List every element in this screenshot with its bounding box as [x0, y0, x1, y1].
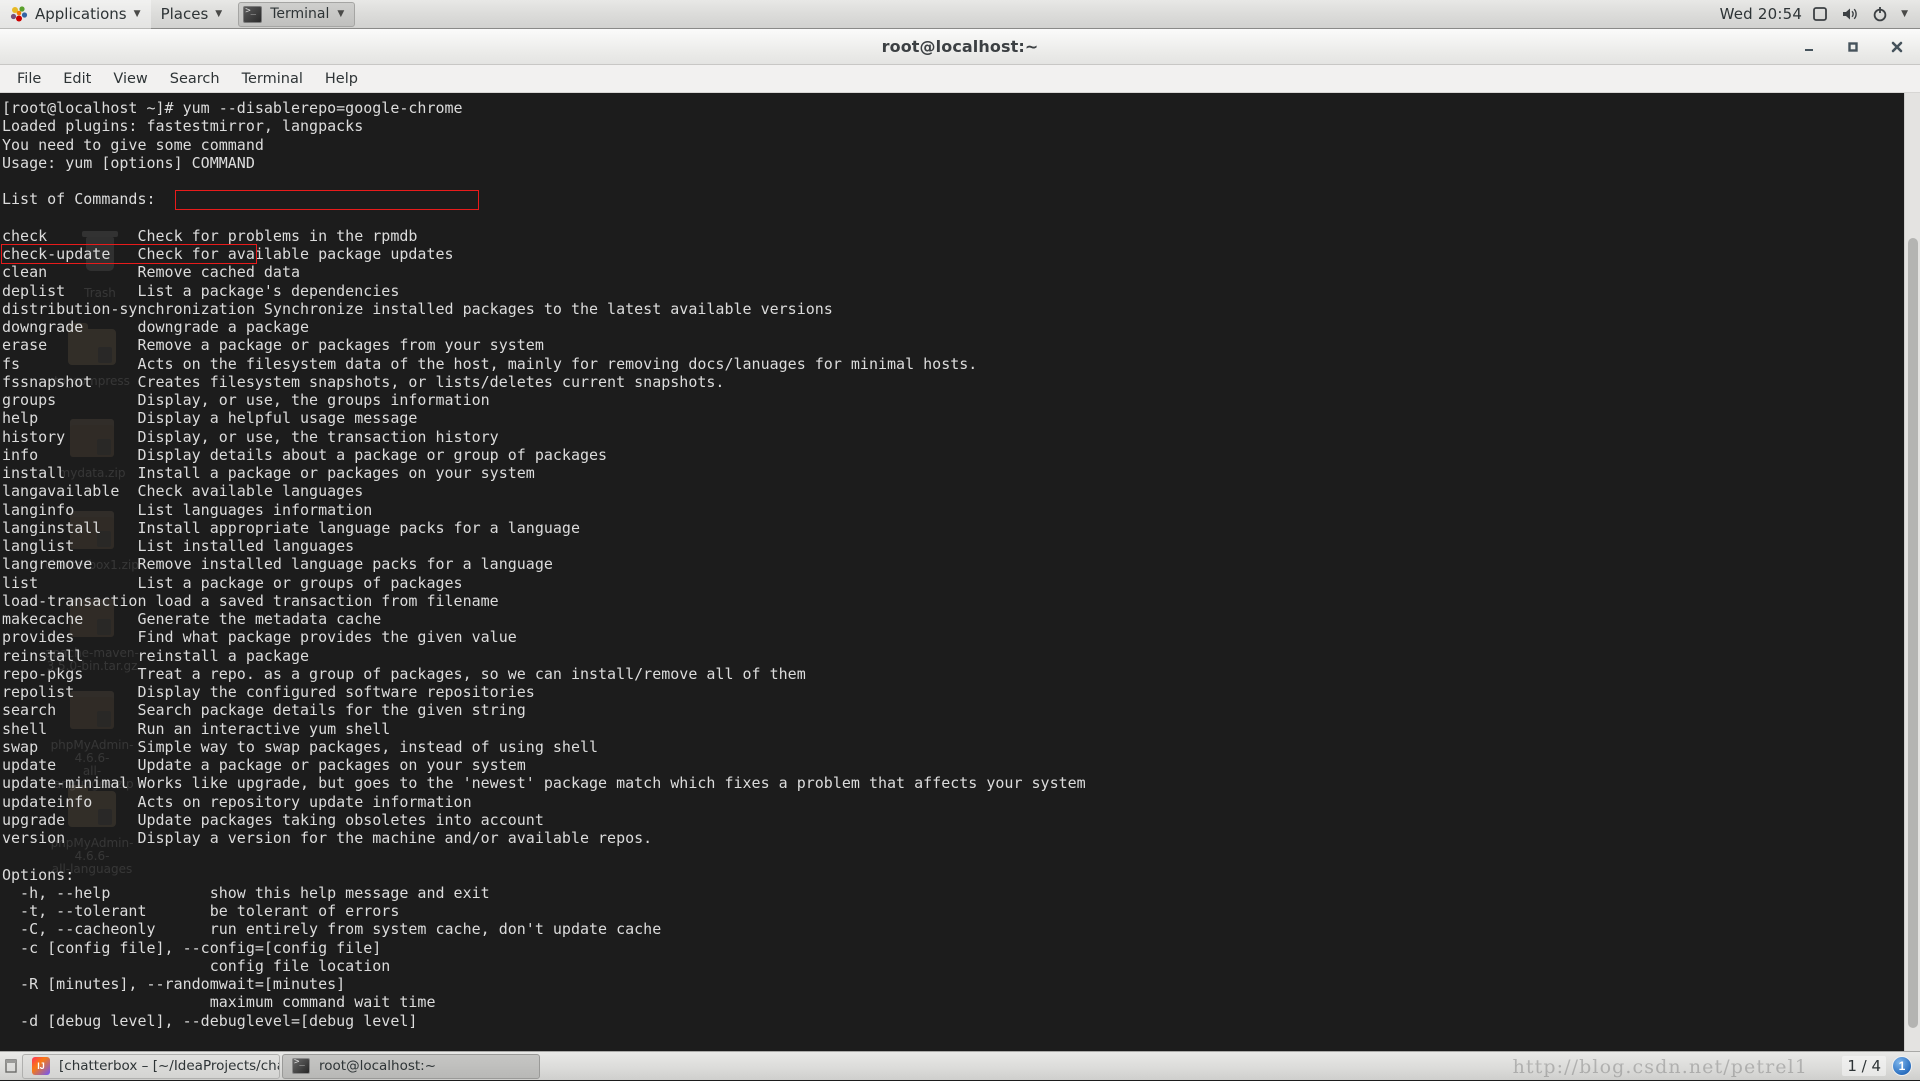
taskbar: [chatterbox – [~/IdeaProjects/cha... roo…: [0, 1051, 1920, 1080]
workspace-badge[interactable]: 1: [1892, 1056, 1912, 1076]
terminal-screen[interactable]: Trashto_compressmydata.zipchatterbox1.zi…: [0, 93, 1904, 1051]
taskbar-item-label: root@localhost:~: [319, 1058, 436, 1074]
chevron-down-icon: ▼: [215, 9, 222, 19]
volume-icon[interactable]: [1841, 6, 1859, 22]
top-panel: Applications ▼ Places ▼ Terminal ▼ Wed 2…: [0, 0, 1920, 29]
window-controls: [1800, 29, 1906, 65]
maximize-button[interactable]: [1844, 38, 1862, 56]
clock[interactable]: Wed 20:54: [1710, 5, 1813, 23]
places-menu[interactable]: Places ▼: [151, 0, 233, 29]
terminal-output: [root@localhost ~]# yum --disablerepo=go…: [0, 93, 1904, 1030]
menu-terminal[interactable]: Terminal: [231, 68, 314, 90]
taskbar-item-label: [chatterbox – [~/IdeaProjects/cha...: [59, 1058, 280, 1074]
window-list-item-label: Terminal: [270, 6, 329, 22]
menu-edit[interactable]: Edit: [52, 68, 102, 90]
minimize-button[interactable]: [1800, 38, 1818, 56]
watermark-text: http://blog.csdn.net/petrel1: [1513, 1056, 1808, 1078]
window-title: root@localhost:~: [882, 37, 1039, 56]
chevron-down-icon: ▼: [134, 9, 141, 19]
close-button[interactable]: [1888, 38, 1906, 56]
menu-help[interactable]: Help: [314, 68, 369, 90]
terminal-window: root@localhost:~ File Edit View Search T…: [0, 29, 1920, 1051]
terminal-scrollbar[interactable]: [1904, 93, 1920, 1051]
system-tray: ▼: [1812, 6, 1920, 22]
taskbar-item-terminal[interactable]: root@localhost:~: [282, 1054, 540, 1079]
display-icon[interactable]: [1812, 6, 1828, 22]
applications-menu-label: Applications: [35, 5, 127, 23]
menu-view[interactable]: View: [102, 68, 158, 90]
intellij-idea-icon: [32, 1057, 50, 1075]
terminal-icon: [243, 6, 262, 23]
terminal-body[interactable]: Trashto_compressmydata.zipchatterbox1.zi…: [0, 93, 1920, 1051]
applications-menu[interactable]: Applications ▼: [0, 0, 151, 29]
scrollbar-thumb[interactable]: [1908, 238, 1918, 1028]
menu-bar: File Edit View Search Terminal Help: [0, 65, 1920, 93]
window-title-bar[interactable]: root@localhost:~: [0, 29, 1920, 65]
workspace-count-label: 1 / 4: [1842, 1056, 1886, 1076]
places-menu-label: Places: [161, 5, 209, 23]
workspace-switcher[interactable]: 1 / 4 1: [1842, 1056, 1920, 1076]
terminal-icon: [292, 1058, 310, 1074]
show-desktop-button[interactable]: [0, 1052, 22, 1081]
menu-file[interactable]: File: [6, 68, 52, 90]
taskbar-item-chatterbox[interactable]: [chatterbox – [~/IdeaProjects/cha...: [22, 1054, 280, 1079]
gnome-logo-icon: [10, 5, 28, 23]
menu-search[interactable]: Search: [159, 68, 231, 90]
chevron-down-icon: ▼: [337, 9, 344, 19]
chevron-down-icon[interactable]: ▼: [1901, 9, 1908, 19]
power-icon[interactable]: [1872, 6, 1888, 22]
window-list-item-terminal[interactable]: Terminal ▼: [238, 2, 355, 27]
